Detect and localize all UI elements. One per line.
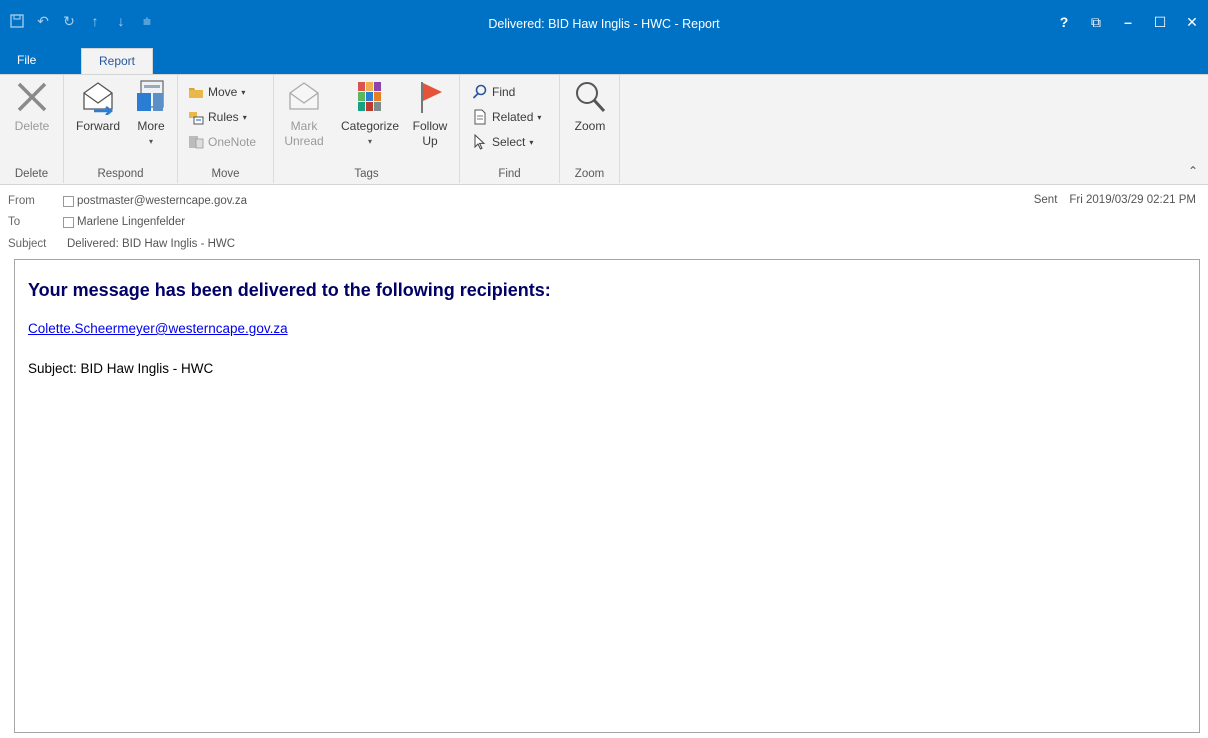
minimize-button[interactable]: –	[1112, 8, 1144, 36]
follow-up-label: Follow Up	[412, 119, 448, 148]
move-label: Move	[208, 85, 238, 99]
collapse-ribbon-icon[interactable]: ⌃	[1188, 164, 1198, 178]
categorize-icon	[358, 82, 381, 111]
more-label: More	[137, 119, 165, 133]
sent-info: Sent Fri 2019/03/29 02:21 PM	[1034, 194, 1196, 206]
find-group-label: Find	[498, 168, 521, 180]
search-icon	[472, 84, 487, 99]
contact-checkbox-icon[interactable]	[63, 195, 74, 207]
more-button[interactable]: More ▾	[128, 79, 174, 149]
magnifier-icon	[576, 82, 606, 113]
onenote-label: OneNote	[208, 135, 257, 149]
find-label: Find	[492, 85, 516, 99]
window-controls: ? ⧉ – ☐ ✕	[1048, 8, 1208, 36]
move-folder-icon	[189, 88, 203, 98]
more-respond-icon	[137, 80, 164, 111]
forward-mail-icon	[83, 82, 114, 115]
to-value[interactable]: Marlene Lingenfelder	[77, 216, 185, 228]
mark-unread-label: Mark Unread	[284, 119, 324, 148]
to-label: To	[8, 216, 21, 228]
move-group: Move ▾ Rules ▾ OneNote Move	[178, 75, 274, 183]
mark-unread-icon	[289, 82, 319, 110]
forward-label: Forward	[75, 119, 120, 133]
from-row: From postmaster@westerncape.gov.za	[8, 192, 247, 210]
zoom-label: Zoom	[574, 119, 606, 133]
tab-report[interactable]: Report	[81, 48, 153, 74]
from-value[interactable]: postmaster@westerncape.gov.za	[77, 195, 247, 207]
ribbon-display-options-button[interactable]: ⧉	[1080, 8, 1112, 36]
forward-button[interactable]: Forward	[70, 79, 126, 134]
sent-label: Sent	[1033, 194, 1058, 206]
select-label: Select	[492, 135, 526, 149]
document-icon	[474, 109, 486, 125]
find-button[interactable]: Find	[472, 81, 515, 103]
respond-group: Forward More ▾ Respond	[64, 75, 178, 183]
onenote-icon	[189, 136, 204, 149]
categorize-dropdown-icon: ▾	[367, 137, 372, 146]
subject-row: Subject Delivered: BID Haw Inglis - HWC	[8, 235, 235, 253]
categorize-label: Categorize	[340, 119, 400, 133]
contact-checkbox-icon[interactable]	[63, 216, 74, 228]
tags-group: Mark Unread Categorize ▾ Follow Up Tags	[274, 75, 460, 183]
body-heading: Your message has been delivered to the f…	[28, 280, 551, 300]
related-button[interactable]: Related ▾	[472, 106, 541, 128]
close-button[interactable]: ✕	[1176, 8, 1208, 36]
title-bar: ↶ ↻ ↑ ↓ ⩧ Delivered: BID Haw Inglis - HW…	[0, 0, 1208, 48]
zoom-group-label: Zoom	[574, 168, 605, 180]
tags-group-label: Tags	[354, 168, 379, 180]
categorize-button[interactable]: Categorize ▾	[336, 79, 404, 149]
rules-button[interactable]: Rules ▾	[188, 106, 247, 128]
cursor-icon	[474, 134, 486, 150]
body-subject-line: Subject: BID Haw Inglis - HWC	[28, 361, 214, 376]
to-row: To Marlene Lingenfelder	[8, 213, 185, 231]
subject-label: Subject	[8, 238, 47, 250]
maximize-button[interactable]: ☐	[1144, 8, 1176, 36]
respond-group-label: Respond	[97, 168, 144, 180]
zoom-group: Zoom Zoom	[560, 75, 620, 183]
rules-label: Rules	[208, 110, 239, 124]
zoom-button[interactable]: Zoom	[566, 79, 614, 134]
from-label: From	[8, 195, 35, 207]
tab-file[interactable]: File	[4, 48, 49, 74]
subject-value: Delivered: BID Haw Inglis - HWC	[67, 238, 236, 250]
delete-group-label: Delete	[14, 168, 49, 180]
ribbon-tabs: File Report	[0, 48, 1208, 74]
delete-x-icon	[17, 82, 47, 112]
move-group-label: Move	[211, 168, 240, 180]
follow-up-button[interactable]: Follow Up	[406, 79, 454, 149]
delete-button[interactable]: Delete	[8, 79, 56, 134]
flag-icon	[421, 82, 442, 113]
ribbon: Delete Delete Forward More ▾ Respond Mov…	[0, 74, 1208, 185]
find-group: Find Related ▾ Select ▾ Find	[460, 75, 560, 183]
onenote-button[interactable]: OneNote	[188, 131, 256, 153]
related-label: Related	[492, 110, 534, 124]
sent-value: Fri 2019/03/29 02:21 PM	[1069, 194, 1196, 206]
message-body[interactable]: Your message has been delivered to the f…	[14, 259, 1200, 733]
more-dropdown-icon: ▾	[148, 137, 153, 146]
recipient-link[interactable]: Colette.Scheermeyer@westerncape.gov.za	[28, 321, 288, 336]
help-button[interactable]: ?	[1048, 8, 1080, 36]
window-title: Delivered: BID Haw Inglis - HWC - Report	[488, 17, 720, 31]
mark-unread-button[interactable]: Mark Unread	[282, 79, 326, 149]
select-button[interactable]: Select ▾	[472, 131, 533, 153]
delete-label: Delete	[14, 119, 50, 133]
move-button[interactable]: Move ▾	[188, 81, 245, 103]
rules-icon	[189, 112, 204, 125]
message-header: From postmaster@westerncape.gov.za To Ma…	[0, 186, 1208, 258]
delete-group: Delete Delete	[0, 75, 64, 183]
